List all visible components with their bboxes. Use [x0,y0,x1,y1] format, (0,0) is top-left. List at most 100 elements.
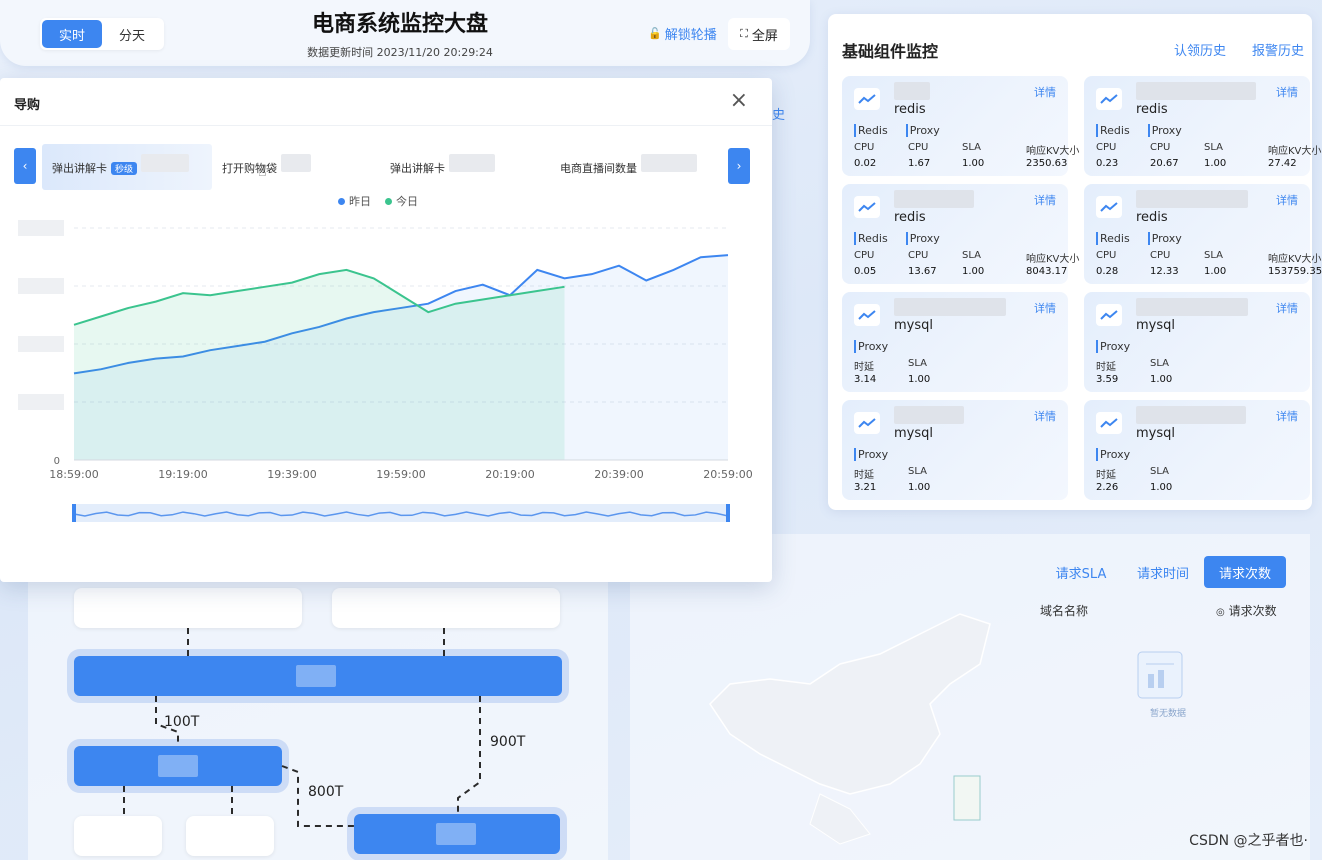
component-card[interactable]: mysql 详情 Proxy 时延 SLA 2.26 1.00 [1084,400,1310,500]
metric-label: 响应KV大小 [1026,254,1080,265]
x-tick-label: 19:59:00 [376,468,425,481]
detail-link[interactable]: 详情 [1034,408,1056,424]
component-id-redacted [1136,82,1256,100]
component-tag: Proxy [1147,124,1182,137]
component-tag: Proxy [905,124,940,137]
legend-item-yesterday[interactable]: 昨日 [338,193,371,209]
component-tag: Proxy [905,232,940,245]
map-tabs: 请求SLA 请求时间 请求次数 [1040,556,1286,588]
component-name: redis [894,210,926,225]
modal-title: 导购 [14,98,41,113]
fullscreen-label: 全屏 [751,28,778,44]
metric-label: CPU [1150,250,1171,261]
metric-label: 响应KV大小 [1268,254,1322,265]
metric-tab-explain-card[interactable]: 弹出讲解卡 [380,144,550,190]
component-tag: Proxy [1096,448,1130,461]
tab-request-time[interactable]: 请求时间 [1122,556,1204,588]
trend-icon [1096,412,1122,434]
next-arrow-button[interactable]: › [728,148,750,184]
legend-label: 昨日 [349,195,371,208]
detail-link[interactable]: 详情 [1276,192,1298,208]
behind-history-link[interactable]: 史 [772,104,785,123]
metric-label: 时延 [1096,362,1116,373]
metric-tab-explain-card-realtime[interactable]: 弹出讲解卡 秒级 [42,144,212,190]
topology-links [123,628,481,827]
empty-data-icon [1137,651,1183,699]
csdn-credit: CSDN @之乎者也· [1189,833,1308,849]
metric-label: CPU [1096,250,1117,261]
component-id-redacted [894,406,964,424]
close-icon[interactable]: × [730,88,748,113]
metric-value: 27.42 [1268,158,1297,169]
prev-arrow-button[interactable]: ‹ [14,148,36,184]
metric-tab-open-bag[interactable]: 打开购物袋 ☝ [212,144,382,190]
y-tick-redacted [18,220,64,236]
x-tick-label: 19:39:00 [267,468,316,481]
metric-label: SLA [908,358,927,369]
empty-data-text: 暂无数据 [1150,709,1187,719]
detail-link[interactable]: 详情 [1276,84,1298,100]
trend-icon [854,196,880,218]
legend-item-today[interactable]: 今日 [385,193,418,209]
component-card[interactable]: mysql 详情 Proxy 时延 SLA 3.14 1.00 [842,292,1068,392]
pointer-cursor-icon: ☝ [258,164,267,180]
detail-link[interactable]: 详情 [1276,300,1298,316]
fullscreen-icon: ⛶ [740,27,748,40]
metric-label: CPU [908,250,929,261]
component-tag: Redis [1096,232,1130,245]
metric-values: 0.28 12.33 1.00 153759.35 [1096,266,1322,277]
metric-label: CPU [1096,142,1117,153]
legend-dot [338,198,345,205]
tab-request-count[interactable]: 请求次数 [1204,556,1286,588]
zoom-handle-left[interactable] [72,504,76,522]
fullscreen-button[interactable]: ⛶ 全屏 [728,18,790,50]
unlock-carousel-button[interactable]: 🔓 解锁轮播 [648,24,717,43]
component-tag: Redis [854,124,888,137]
metric-tab-label: 弹出讲解卡 [390,162,445,175]
component-id-redacted [894,190,974,208]
zoom-slider[interactable] [74,504,728,522]
alarm-history-link[interactable]: 报警历史 [1252,40,1304,59]
component-card[interactable]: redis 详情 Redis Proxy CPU CPU SLA 响应KV大小 0.23 20.6… [1084,76,1321,176]
mode-realtime-button[interactable]: 实时 [42,20,102,48]
metric-label: 时延 [854,362,874,373]
trend-line-chart[interactable]: 018:59:00 19:19:00 19:39:00 19:59:00 20:19:0… [0,208,772,582]
metric-value: 0.02 [854,158,877,169]
topology-panel: 100T 900T 800T [28,582,608,860]
metric-label: CPU [854,142,875,153]
claim-history-link[interactable]: 认领历史 [1174,40,1226,59]
detail-link[interactable]: 详情 [1034,84,1056,100]
component-card[interactable]: redis 详情 Redis Proxy CPU CPU SLA 响应KV大小 0.05 13.6… [842,184,1079,284]
metric-values: 3.21 1.00 [854,482,962,493]
metric-value: 1.00 [1204,158,1227,169]
mode-daily-button[interactable]: 分天 [102,20,162,48]
metric-tab-live-room-count[interactable]: 电商直播间数量 [550,144,720,190]
component-card[interactable]: mysql 详情 Proxy 时延 SLA 3.21 1.00 [842,400,1068,500]
metric-value: 3.59 [1096,374,1119,385]
detail-link[interactable]: 详情 [1034,192,1056,208]
component-tags: Redis Proxy [854,232,940,245]
trend-icon [854,304,880,326]
metric-labels: CPU CPU SLA 响应KV大小 [854,142,1080,157]
tab-request-sla[interactable]: 请求SLA [1040,556,1122,588]
component-tag: Proxy [854,448,888,461]
metric-label: SLA [962,250,981,261]
metric-value: 13.67 [908,266,937,277]
y-tick-redacted [18,394,64,410]
metric-value: 0.23 [1096,158,1119,169]
china-map[interactable] [690,594,1020,854]
component-card[interactable]: redis 详情 Redis Proxy CPU CPU SLA 响应KV大小 0.28 12.3… [1084,184,1322,284]
component-name: mysql [1136,318,1175,333]
metric-label: 响应KV大小 [1268,146,1322,157]
domain-column-header: 域名名称 [1040,604,1089,618]
y-tick-redacted [18,336,64,352]
metric-values: 3.59 1.00 [1096,374,1204,385]
component-name: redis [1136,210,1168,225]
component-name: redis [1136,102,1168,117]
detail-link[interactable]: 详情 [1034,300,1056,316]
component-card[interactable]: redis 详情 Redis Proxy CPU CPU SLA 响应KV大小 0.02 1.67… [842,76,1079,176]
component-name: redis [894,102,926,117]
component-card[interactable]: mysql 详情 Proxy 时延 SLA 3.59 1.00 [1084,292,1310,392]
detail-link[interactable]: 详情 [1276,408,1298,424]
zoom-handle-right[interactable] [726,504,730,522]
